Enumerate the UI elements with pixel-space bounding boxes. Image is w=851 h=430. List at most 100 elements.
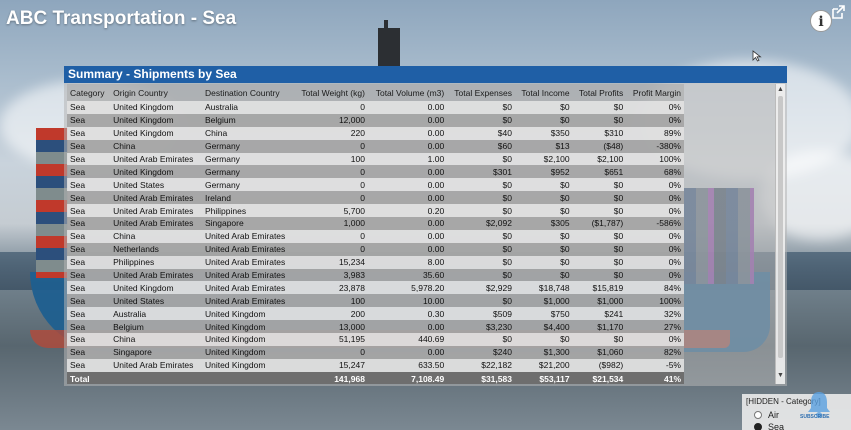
table-cell: $301: [447, 165, 515, 179]
table-cell: Singapore: [110, 345, 202, 359]
table-row[interactable]: Sea United Arab Emirates Germany 100 1.00 $0 $…: [67, 152, 684, 166]
column-header[interactable]: Total Income: [514, 84, 573, 101]
table-row[interactable]: Sea United States United Arab Emirates 100 1…: [67, 294, 684, 308]
visual-title: Summary - Shipments by Sea: [64, 66, 787, 83]
table-cell: $4,400: [514, 320, 573, 334]
radio-icon[interactable]: [754, 411, 762, 419]
table-cell: 0.00: [367, 178, 448, 192]
table-cell: 0%: [626, 242, 684, 256]
table-cell: $0: [447, 333, 515, 346]
column-header[interactable]: Total Weight (kg): [293, 84, 368, 101]
table-cell: $750: [514, 307, 573, 321]
table-cell: Ireland: [201, 191, 294, 205]
table-cell: Germany: [201, 152, 294, 166]
column-header[interactable]: Destination Country: [201, 84, 294, 101]
table-cell: 0.00: [367, 139, 448, 153]
table-cell: 10.00: [367, 294, 448, 308]
table-cell: $0: [447, 229, 515, 243]
table-cell: Belgium: [201, 113, 294, 127]
table-cell: Sea: [67, 320, 111, 334]
table-cell: Sea: [67, 345, 111, 359]
table-cell: $60: [447, 139, 515, 153]
table-row[interactable]: Sea United Arab Emirates United Arab Emira…: [67, 268, 684, 282]
table-cell: 89%: [626, 126, 684, 140]
table-row[interactable]: Sea United Kingdom Australia 0 0.00 $0 $0 $0 0%: [67, 101, 684, 114]
table-row[interactable]: Sea United States Germany 0 0.00 $0 $0 $0 0%: [67, 178, 684, 192]
column-header[interactable]: Category: [67, 84, 111, 101]
table-cell: $2,100: [514, 152, 573, 166]
table-cell: $0: [514, 178, 573, 192]
table-row[interactable]: Sea United Kingdom Belgium 12,000 0.00 $0 $0 $0…: [67, 113, 684, 127]
radio-selected-icon[interactable]: [754, 423, 762, 430]
table-row[interactable]: Sea United Arab Emirates Singapore 1,000 0.0…: [67, 217, 684, 230]
table-row[interactable]: Sea China United Kingdom 51,195 440.69 $0 $0 $0…: [67, 333, 684, 346]
table-row[interactable]: Sea China United Arab Emirates 0 0.00 $0 $0 $0 0…: [67, 229, 684, 243]
table-row[interactable]: Sea Philippines United Arab Emirates 15,234…: [67, 255, 684, 269]
table-cell: 0.00: [367, 191, 448, 205]
column-header[interactable]: Profit Margin: [626, 84, 684, 101]
table-cell: United Arab Emirates: [201, 255, 294, 269]
table-cell: 12,000: [293, 113, 368, 127]
total-cell: $21,534: [572, 371, 627, 384]
table-cell: $13: [514, 139, 573, 153]
table-cell: 0.00: [367, 242, 448, 256]
table-row[interactable]: Sea United Kingdom China 220 0.00 $40 $350 $310…: [67, 126, 684, 140]
table-cell: 633.50: [367, 358, 448, 372]
cursor-icon: [752, 50, 762, 62]
table-cell: 0: [293, 345, 368, 359]
table-row[interactable]: Sea United Arab Emirates United Kingdom 15,…: [67, 358, 684, 372]
table-cell: ($982): [572, 358, 627, 372]
table-cell: 15,247: [293, 358, 368, 372]
subscribe-label[interactable]: SUBSCRIBE: [800, 414, 829, 420]
table-row[interactable]: Sea United Kingdom United Arab Emirates 23,…: [67, 281, 684, 295]
table-cell: Germany: [201, 178, 294, 192]
table-cell: 3,983: [293, 268, 368, 282]
table-row[interactable]: Sea United Arab Emirates Ireland 0 0.00 $0 $0 $…: [67, 191, 684, 205]
info-icon[interactable]: i: [810, 10, 832, 32]
table-cell: 0: [293, 139, 368, 153]
table-cell: -5%: [626, 358, 684, 372]
scroll-down-icon[interactable]: ▼: [777, 372, 784, 379]
column-header[interactable]: Total Profits: [572, 84, 627, 101]
table-row[interactable]: Sea China Germany 0 0.00 $60 $13 ($48) -380%: [67, 139, 684, 153]
column-header[interactable]: Total Expenses: [447, 84, 515, 101]
column-header[interactable]: Total Volume (m3): [367, 84, 448, 101]
total-cell: 41%: [626, 371, 684, 384]
table-cell: 220: [293, 126, 368, 140]
table-cell: 32%: [626, 307, 684, 321]
table-cell: United Arab Emirates: [110, 358, 202, 372]
table-cell: $952: [514, 165, 573, 179]
table-row[interactable]: Sea United Arab Emirates Philippines 5,700 0…: [67, 204, 684, 218]
table-cell: $0: [572, 204, 627, 218]
table-cell: Sea: [67, 294, 111, 308]
table-cell: $0: [447, 178, 515, 192]
table-cell: $2,929: [447, 281, 515, 295]
table-cell: 100%: [626, 294, 684, 308]
table-cell: China: [110, 229, 202, 243]
table-cell: China: [201, 126, 294, 140]
popout-icon[interactable]: [830, 4, 846, 20]
scroll-thumb[interactable]: [778, 96, 783, 358]
table-row[interactable]: Sea Netherlands United Arab Emirates 0 0.00 $…: [67, 242, 684, 256]
table-cell: $0: [447, 294, 515, 308]
table-cell: Australia: [201, 101, 294, 114]
table-cell: 0%: [626, 101, 684, 114]
table-row[interactable]: Sea Belgium United Kingdom 13,000 0.00 $3,230…: [67, 320, 684, 334]
table-row[interactable]: Sea Australia United Kingdom 200 0.30 $509 $75…: [67, 307, 684, 321]
table-cell: $0: [514, 268, 573, 282]
table-cell: United Kingdom: [201, 320, 294, 334]
table-row[interactable]: Sea Singapore United Kingdom 0 0.00 $240 $1,30…: [67, 345, 684, 359]
table-cell: ($48): [572, 139, 627, 153]
table-cell: Sea: [67, 242, 111, 256]
table-cell: United Arab Emirates: [201, 281, 294, 295]
scroll-up-icon[interactable]: ▲: [777, 86, 784, 93]
table-cell: 0: [293, 165, 368, 179]
slicer-option-air[interactable]: Air: [754, 410, 779, 420]
column-header[interactable]: Origin Country: [110, 84, 202, 101]
slicer-option-sea[interactable]: Sea: [754, 422, 784, 430]
table-cell: $0: [572, 268, 627, 282]
vertical-scrollbar[interactable]: ▲ ▼: [775, 84, 785, 384]
table-row[interactable]: Sea United Kingdom Germany 0 0.00 $301 $952 $65…: [67, 165, 684, 179]
table-cell: $1,000: [572, 294, 627, 308]
table-header-row: Category Origin Country Destination Countr…: [67, 84, 684, 101]
